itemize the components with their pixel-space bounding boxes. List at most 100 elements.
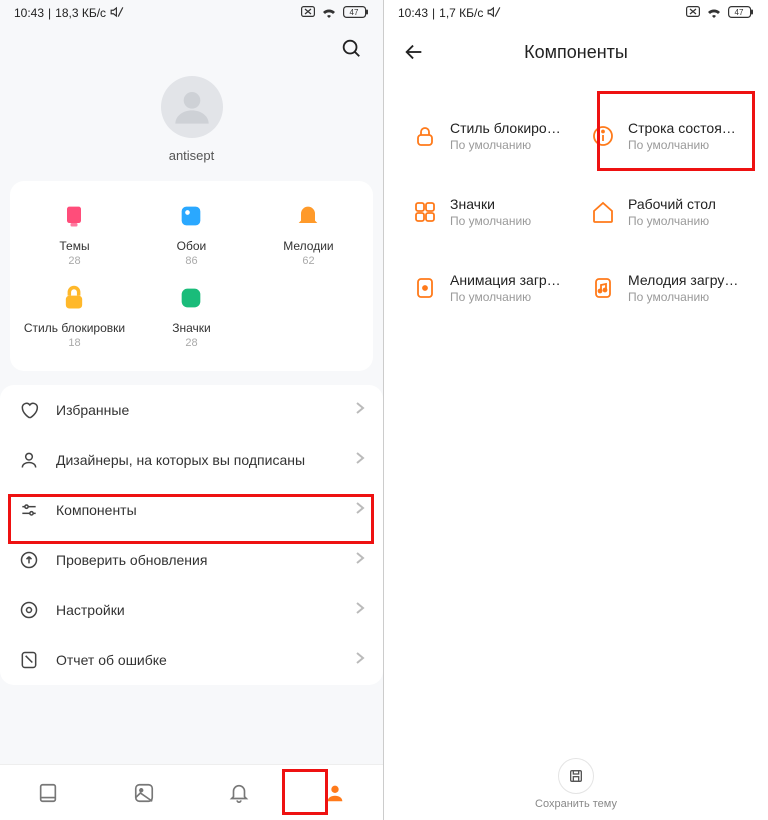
mute-icon	[110, 5, 124, 22]
search-button[interactable]	[337, 34, 365, 62]
menu-list: Избранные Дизайнеры, на которых вы подпис…	[0, 385, 383, 685]
grid-label: Стиль блокировки	[24, 321, 125, 335]
component-subtitle: По умолчанию	[628, 138, 742, 152]
chevron-right-icon	[355, 401, 365, 420]
battery-icon: 47	[343, 6, 369, 21]
ringtone-icon	[291, 199, 325, 233]
wifi-icon	[321, 6, 337, 21]
nav-ringtones[interactable]	[217, 771, 261, 815]
menu-item-heart[interactable]: Избранные	[0, 385, 383, 435]
grid-label: Темы	[59, 239, 89, 253]
page-title: Компоненты	[384, 42, 768, 63]
component-title: Значки	[450, 196, 531, 212]
x-box-icon	[686, 6, 700, 20]
component-title: Рабочий стол	[628, 196, 716, 212]
grid-count: 28	[68, 255, 80, 267]
menu-label: Проверить обновления	[56, 552, 355, 568]
nav-themes[interactable]	[26, 771, 70, 815]
svg-text:47: 47	[350, 8, 359, 17]
grid-label: Значки	[172, 321, 211, 335]
menu-item-sliders[interactable]: Компоненты	[0, 485, 383, 535]
components-grid: Стиль блокировкиПо умолчаниюСтрока состо…	[398, 98, 754, 326]
component-subtitle: По умолчанию	[450, 290, 564, 304]
grid-item-icons[interactable]: Значки 28	[133, 281, 250, 349]
themes-icon	[57, 199, 91, 233]
chevron-right-icon	[355, 601, 365, 620]
save-theme-button[interactable]	[558, 758, 594, 794]
boot-icon	[412, 275, 438, 301]
grid-count: 18	[68, 337, 80, 349]
x-box-icon	[301, 6, 315, 20]
component-subtitle: По умолчанию	[628, 290, 742, 304]
heart-icon	[18, 399, 40, 421]
music-icon	[590, 275, 616, 301]
lock-icon	[412, 123, 438, 149]
icons-icon	[174, 281, 208, 315]
header	[0, 26, 383, 70]
grid-item-lock[interactable]: Стиль блокировки 18	[16, 281, 133, 349]
username: antisept	[169, 148, 215, 163]
menu-label: Настройки	[56, 602, 355, 618]
component-title: Стиль блокировки	[450, 120, 564, 136]
status-net-speed: 1,7 КБ/с	[439, 6, 483, 20]
avatar	[161, 76, 223, 138]
component-boot[interactable]: Анимация загрузкиПо умолчанию	[398, 250, 576, 326]
grid-icon	[412, 199, 438, 225]
wallpaper-icon	[174, 199, 208, 233]
menu-label: Избранные	[56, 402, 355, 418]
home-icon	[590, 199, 616, 225]
chevron-right-icon	[355, 451, 365, 470]
page-header: Компоненты	[384, 26, 768, 78]
grid-item-themes[interactable]: Темы 28	[16, 199, 133, 267]
chevron-right-icon	[355, 551, 365, 570]
menu-label: Отчет об ошибке	[56, 652, 355, 668]
status-time: 10:43	[14, 6, 44, 20]
person-icon	[18, 449, 40, 471]
stats-card: Темы 28 Обои 86 Мелодии62 Стиль блокировки 18 З…	[10, 181, 373, 371]
svg-text:47: 47	[735, 8, 744, 17]
menu-item-report[interactable]: Отчет об ошибке	[0, 635, 383, 685]
component-title: Строка состояния	[628, 120, 742, 136]
grid-count: 28	[185, 337, 197, 349]
menu-item-person[interactable]: Дизайнеры, на которых вы подписаны	[0, 435, 383, 485]
bottom-nav	[0, 764, 383, 820]
menu-item-update[interactable]: Проверить обновления	[0, 535, 383, 585]
menu-item-gear[interactable]: Настройки	[0, 585, 383, 635]
nav-wallpaper[interactable]	[122, 771, 166, 815]
sliders-icon	[18, 499, 40, 521]
component-music[interactable]: Мелодия загрузки По умолчанию	[576, 250, 754, 326]
status-time: 10:43	[398, 6, 428, 20]
component-subtitle: По умолчанию	[450, 214, 531, 228]
nav-profile[interactable]	[313, 771, 357, 815]
component-grid[interactable]: Значки По умолчанию	[398, 174, 576, 250]
status-bar: 10:43 | 1,7 КБ/с 47	[384, 0, 768, 26]
component-subtitle: По умолчанию	[628, 214, 716, 228]
save-row: Сохранить тему	[384, 758, 768, 810]
grid-item-wallpaper[interactable]: Обои 86	[133, 199, 250, 267]
component-home[interactable]: Рабочий стол По умолчанию	[576, 174, 754, 250]
menu-label: Компоненты	[56, 502, 355, 518]
grid-label: Обои	[177, 239, 207, 253]
chevron-right-icon	[355, 501, 365, 520]
status-net-speed: 18,3 КБ/с	[55, 6, 106, 20]
save-label: Сохранить тему	[535, 798, 617, 810]
info-icon	[590, 123, 616, 149]
screen-components: 10:43 | 1,7 КБ/с 47 Компоненты Стиль бло…	[384, 0, 768, 820]
menu-label: Дизайнеры, на которых вы подписаны	[56, 452, 355, 468]
component-info[interactable]: Строка состояния По умолчанию	[576, 98, 754, 174]
grid-count: 86	[185, 255, 197, 267]
grid-count: 62	[302, 255, 314, 267]
wifi-icon	[706, 6, 722, 21]
component-title: Мелодия загрузки	[628, 272, 742, 288]
lock-icon	[57, 281, 91, 315]
grid-item-ringtone[interactable]: Мелодии62	[250, 199, 367, 267]
back-button[interactable]	[398, 36, 430, 68]
gear-icon	[18, 599, 40, 621]
chevron-right-icon	[355, 651, 365, 670]
screen-profile: 10:43 | 18,3 КБ/с 47 antisept Темы 28 Обои…	[0, 0, 384, 820]
status-bar: 10:43 | 18,3 КБ/с 47	[0, 0, 383, 26]
profile-block[interactable]: antisept	[0, 70, 383, 181]
battery-icon: 47	[728, 6, 754, 21]
mute-icon	[487, 5, 501, 22]
component-lock[interactable]: Стиль блокировкиПо умолчанию	[398, 98, 576, 174]
